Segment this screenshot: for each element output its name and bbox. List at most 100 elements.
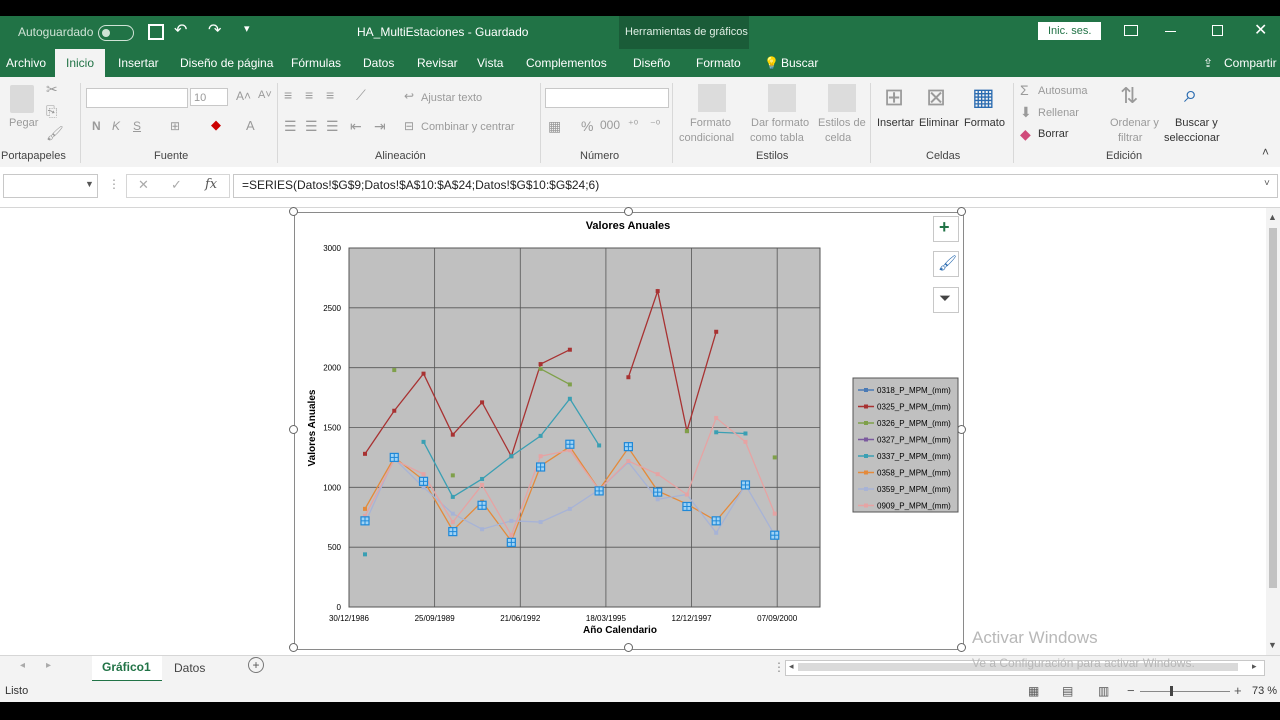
tab-formato[interactable]: Formato — [696, 49, 741, 77]
signin-button[interactable]: Inic. ses. — [1038, 22, 1102, 40]
tab-diseno[interactable]: Diseño — [633, 49, 670, 77]
scroll-tabs-left-icon[interactable]: ◂ — [20, 660, 25, 671]
copy-icon[interactable]: ⎘ — [46, 103, 57, 120]
scroll-right-icon[interactable]: ▸ — [1252, 661, 1257, 672]
page-break-view-icon[interactable]: ▥ — [1098, 684, 1109, 698]
formula-input[interactable]: =SERIES(Datos!$G$9;Datos!$A$10:$A$24;Dat… — [233, 174, 1278, 198]
scroll-left-icon[interactable]: ◂ — [789, 661, 794, 672]
data-point[interactable] — [684, 429, 689, 434]
increase-decimal-icon[interactable]: ⁺⁰ — [628, 118, 638, 131]
y-axis-title[interactable]: Valores Anuales — [307, 389, 318, 466]
insert-cells-icon[interactable]: ⊞ — [884, 83, 904, 112]
sheet-tab-grafico1[interactable]: Gráfico1 — [92, 656, 162, 682]
legend-entry[interactable]: 0337_P_MPM_(mm) — [877, 452, 951, 461]
insert-function-icon[interactable]: fx — [205, 177, 217, 192]
align-top-icon[interactable]: ≡ — [284, 87, 292, 103]
name-box-dropdown-icon[interactable]: ▼ — [85, 179, 94, 189]
save-icon[interactable] — [148, 24, 164, 40]
sheet-tab-datos[interactable]: Datos — [174, 661, 205, 675]
legend-entry[interactable]: 0326_P_MPM_(mm) — [877, 419, 951, 428]
legend-entry[interactable]: 0327_P_MPM_(mm) — [877, 436, 951, 445]
sort-filter-label-2[interactable]: filtrar — [1118, 132, 1142, 144]
sort-filter-label[interactable]: Ordenar y — [1110, 117, 1159, 129]
expand-formula-icon[interactable]: ˅ — [1264, 178, 1270, 189]
chart-elements-button[interactable]: + — [933, 216, 959, 242]
zoom-level[interactable]: 73 % — [1252, 685, 1277, 697]
add-sheet-icon[interactable]: + — [248, 657, 264, 673]
scroll-thumb[interactable] — [1269, 228, 1277, 588]
delete-cells-button[interactable]: Eliminar — [919, 117, 959, 129]
grow-font-icon[interactable]: A˄ — [236, 89, 251, 103]
chart-title[interactable]: Valores Anuales — [586, 220, 671, 232]
font-color-icon[interactable]: A — [246, 118, 255, 133]
chart-styles-button[interactable]: 🖌 — [933, 251, 959, 277]
data-point[interactable] — [450, 473, 455, 478]
bold-icon[interactable]: N — [92, 119, 101, 133]
scroll-tabs-right-icon[interactable]: ▸ — [46, 660, 51, 671]
align-bottom-icon[interactable]: ≡ — [326, 87, 334, 103]
find-select-label[interactable]: Buscar y — [1175, 117, 1218, 129]
find-select-icon[interactable]: ⌕ — [1184, 81, 1197, 109]
cell-styles-label-2[interactable]: celda — [825, 132, 851, 144]
legend-entry[interactable]: 0909_P_MPM_(mm) — [877, 502, 951, 511]
legend-entry[interactable]: 0325_P_MPM_(mm) — [877, 403, 951, 412]
insert-cells-button[interactable]: Insertar — [877, 117, 914, 129]
conditional-format-icon[interactable] — [698, 84, 726, 112]
comma-style-icon[interactable]: 000 — [600, 118, 620, 132]
data-point[interactable] — [363, 552, 367, 557]
wrap-text-button[interactable]: Ajustar texto — [421, 92, 482, 104]
zoom-slider[interactable] — [1140, 691, 1230, 692]
align-left-icon[interactable]: ☰ — [284, 118, 297, 135]
tab-complementos[interactable]: Complementos — [526, 49, 607, 77]
shrink-font-icon[interactable]: A˅ — [258, 89, 272, 101]
zoom-slider-thumb[interactable] — [1170, 686, 1173, 696]
align-center-icon[interactable]: ☰ — [305, 118, 318, 135]
legend-entry[interactable]: 0318_P_MPM_(mm) — [877, 386, 951, 395]
borders-icon[interactable]: ⊞ — [170, 119, 180, 133]
format-as-table-label-2[interactable]: como tabla — [750, 132, 804, 144]
name-box[interactable] — [3, 174, 98, 198]
tab-formulas[interactable]: Fórmulas — [291, 49, 341, 77]
conditional-format-label[interactable]: Formato — [690, 117, 731, 129]
autosave-toggle[interactable] — [98, 25, 134, 41]
zoom-out-icon[interactable]: − — [1127, 683, 1135, 698]
format-as-table-icon[interactable] — [768, 84, 796, 112]
format-as-table-label[interactable]: Dar formato — [751, 117, 809, 129]
decrease-indent-icon[interactable]: ⇤ — [350, 118, 362, 135]
enter-icon[interactable]: ✓ — [171, 177, 182, 193]
tab-diseno-pagina[interactable]: Diseño de página — [180, 49, 273, 77]
tab-revisar[interactable]: Revisar — [417, 49, 458, 77]
share-button[interactable]: Compartir — [1224, 49, 1277, 77]
font-size-select[interactable]: 10 — [190, 88, 228, 106]
currency-icon[interactable]: ▦ — [548, 118, 561, 135]
number-format-select[interactable] — [545, 88, 669, 108]
undo-icon[interactable]: ↶ — [174, 20, 187, 40]
format-painter-icon[interactable]: 🖌 — [46, 125, 64, 142]
tab-datos[interactable]: Datos — [363, 49, 394, 77]
legend-entry[interactable]: 0358_P_MPM_(mm) — [877, 469, 951, 478]
cut-icon[interactable]: ✂ — [46, 81, 58, 98]
qat-customize-icon[interactable]: ▾ — [244, 22, 250, 35]
tab-inicio[interactable]: Inicio — [55, 49, 106, 77]
tab-insertar[interactable]: Insertar — [118, 49, 159, 77]
tab-archivo[interactable]: Archivo — [6, 49, 46, 77]
ribbon-display-icon[interactable] — [1124, 25, 1138, 36]
cell-styles-label[interactable]: Estilos de — [818, 117, 866, 129]
autosum-button[interactable]: Autosuma — [1038, 85, 1088, 97]
orientation-icon[interactable]: ⟋ — [356, 87, 366, 104]
chart-filters-button[interactable]: ⏷ — [933, 287, 959, 313]
format-cells-button[interactable]: Formato — [964, 117, 1005, 129]
collapse-ribbon-icon[interactable]: ˄ — [1262, 145, 1269, 159]
percent-icon[interactable]: % — [581, 118, 593, 134]
tab-splitter-icon[interactable]: ⋮ — [773, 660, 785, 674]
fill-button[interactable]: Rellenar — [1038, 107, 1079, 119]
redo-icon[interactable]: ↷ — [208, 20, 221, 40]
minimize-icon[interactable] — [1165, 31, 1176, 32]
zoom-in-icon[interactable]: + — [1234, 683, 1242, 698]
paste-icon[interactable] — [10, 85, 34, 113]
vertical-scrollbar[interactable]: ▲ ▼ — [1266, 208, 1280, 655]
delete-cells-icon[interactable]: ⊠ — [926, 83, 946, 112]
legend-entry[interactable]: 0359_P_MPM_(mm) — [877, 485, 951, 494]
fill-color-icon[interactable]: ◆ — [211, 117, 221, 133]
data-point[interactable] — [392, 368, 397, 373]
